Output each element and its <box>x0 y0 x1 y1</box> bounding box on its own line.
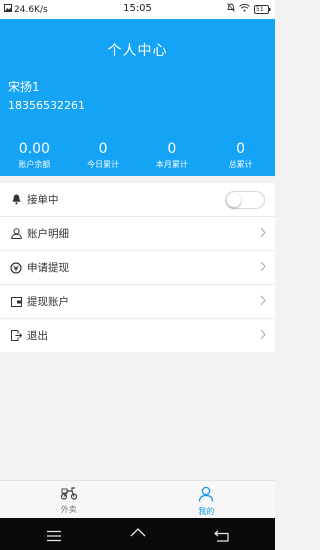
page-title: 个人中心 <box>107 43 168 59</box>
home-icon[interactable] <box>130 527 146 546</box>
status-bar: 24.6K/s 15:05 51 <box>0 0 275 19</box>
chevron-right-icon <box>260 227 266 241</box>
chevron-right-icon <box>260 295 266 309</box>
phone-number: 18356532261 <box>8 99 85 112</box>
menu-item-account-details[interactable]: 账户明细 <box>0 217 275 251</box>
tab-label: 外卖 <box>60 505 77 514</box>
stat-today[interactable]: 0 今日累计 <box>69 141 138 170</box>
menu-label: 提现账户 <box>27 296 69 308</box>
scooter-icon <box>60 486 78 502</box>
stat-balance[interactable]: 0.00 账户余额 <box>0 141 69 170</box>
back-icon[interactable] <box>214 527 229 546</box>
username: 宋扬1 <box>8 80 40 94</box>
tab-mine[interactable]: 我的 <box>138 481 276 518</box>
wifi-icon <box>239 3 250 15</box>
withdraw-icon <box>9 261 23 275</box>
toggle-knob <box>227 193 241 207</box>
stat-month[interactable]: 0 本月累计 <box>138 141 207 170</box>
tab-takeout[interactable]: 外卖 <box>0 481 138 518</box>
stat-value: 0.00 <box>18 141 50 157</box>
menu-label: 账户明细 <box>27 228 69 240</box>
wallet-icon <box>9 295 23 309</box>
chevron-right-icon <box>260 329 266 343</box>
mute-icon <box>227 3 235 15</box>
tab-label: 我的 <box>198 507 215 516</box>
menu-list: 接单中 账户明细 申请提现 提现账户 退出 <box>0 183 275 352</box>
menu-item-logout[interactable]: 退出 <box>0 319 275 352</box>
stat-value: 0 <box>98 141 108 157</box>
battery-icon: 51 <box>254 4 271 14</box>
battery-level: 51 <box>256 5 264 13</box>
stat-label: 总累计 <box>228 160 253 169</box>
bell-icon <box>9 193 23 207</box>
menu-label: 退出 <box>27 330 48 342</box>
stat-value: 0 <box>236 141 246 157</box>
menu-label: 申请提现 <box>27 262 69 274</box>
stat-label: 本月累计 <box>155 160 188 169</box>
chevron-right-icon <box>260 261 266 275</box>
user-icon <box>9 227 23 241</box>
stat-label: 账户余额 <box>18 160 51 169</box>
stat-value: 0 <box>167 141 177 157</box>
menu-item-accepting-orders: 接单中 <box>0 183 275 217</box>
accept-orders-toggle[interactable] <box>225 191 265 209</box>
exit-icon <box>9 329 23 343</box>
stats-row: 0.00 账户余额 0 今日累计 0 本月累计 0 总累计 <box>0 141 275 170</box>
menu-item-withdraw-account[interactable]: 提现账户 <box>0 285 275 319</box>
person-icon <box>198 486 214 504</box>
status-right: 51 <box>227 3 271 15</box>
profile-header: 个人中心 宋扬1 18356532261 0.00 账户余额 0 今日累计 0 … <box>0 19 275 176</box>
menu-icon[interactable] <box>47 527 61 546</box>
system-nav-bar <box>0 518 275 550</box>
bottom-tab-bar: 外卖 我的 <box>0 480 275 518</box>
menu-label: 接单中 <box>27 194 59 206</box>
stat-label: 今日累计 <box>87 160 120 169</box>
menu-item-apply-withdraw[interactable]: 申请提现 <box>0 251 275 285</box>
stat-total[interactable]: 0 总累计 <box>206 141 275 170</box>
